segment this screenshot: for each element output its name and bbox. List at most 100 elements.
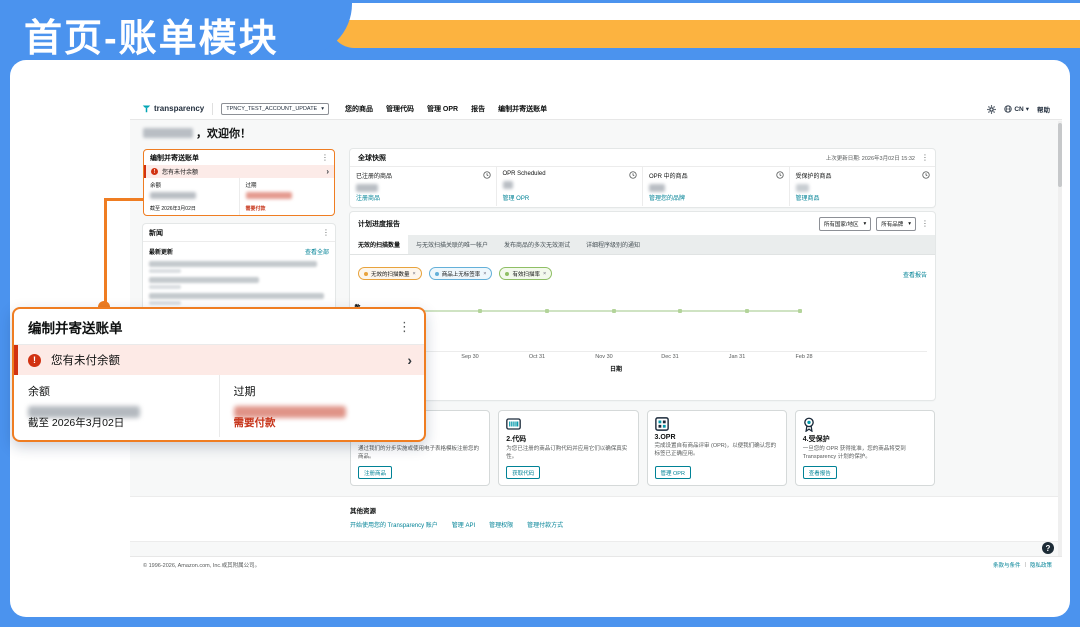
- stat-link[interactable]: 管理 OPR: [503, 193, 530, 202]
- nav-item-products[interactable]: 您的商品: [345, 104, 373, 114]
- settings-gear-icon[interactable]: [987, 105, 996, 114]
- tab-program-notifications[interactable]: 详细程序级别的通知: [578, 235, 648, 254]
- tab-unique-accounts[interactable]: 与无效扫描关联的唯一帐户: [408, 235, 496, 254]
- stat-label: OPR Scheduled: [503, 171, 637, 177]
- kebab-menu-icon[interactable]: ⋮: [321, 154, 329, 162]
- page: 首页-账单模块 transparency TPNCY_TEST_ACCOUNT_…: [0, 0, 1080, 627]
- pill-label: 商品上无标签率: [442, 270, 481, 278]
- pill-dot-icon: [364, 272, 368, 276]
- transparency-logo[interactable]: transparency: [142, 104, 204, 113]
- remove-icon[interactable]: ×: [413, 271, 416, 277]
- pill-no-label-rate[interactable]: 商品上无标签率×: [429, 267, 493, 280]
- x-tick-label: Nov 30: [595, 354, 612, 360]
- tab-multiple-invalid-tests[interactable]: 发布商品的多次无效测试: [496, 235, 578, 254]
- news-item[interactable]: [143, 274, 335, 290]
- unpaid-balance-alert[interactable]: ! 您有未付余额 ›: [144, 165, 334, 178]
- brand-filter-select[interactable]: 所有品牌 ▾: [876, 217, 916, 231]
- resource-link-manage-permissions[interactable]: 管理权限: [489, 520, 513, 529]
- chart-x-axis: Sep 30 Oct 31 Nov 30 Dec 31 Jan 31 Feb 2…: [364, 354, 927, 362]
- x-tick-label: Feb 28: [795, 354, 812, 360]
- step-description: 为您已注册的商品订购代码并应用它们以确保真实性。: [506, 446, 630, 462]
- news-subheader: 最新更新 查看全部: [143, 242, 335, 258]
- step-description: 通过我们的分步实施或使用电子表格模板注册您的商品。: [358, 446, 482, 462]
- resource-link-manage-payment[interactable]: 管理付款方式: [527, 520, 563, 529]
- alert-text: 您有未付余额: [162, 167, 322, 176]
- stat-label: 已注册的商品: [356, 171, 490, 180]
- other-resources-section: 其他资源 开始使用您的 Transparency 账户 管理 API 管理权限 …: [130, 496, 1062, 542]
- resource-link-get-started[interactable]: 开始使用您的 Transparency 账户: [350, 520, 438, 529]
- balance-column: 余额 截至 2026年3月02日: [144, 178, 239, 215]
- stat-value-redacted: [649, 184, 665, 192]
- register-products-button[interactable]: 注册商品: [358, 466, 392, 479]
- view-report-button[interactable]: 查看报告: [803, 466, 837, 479]
- footer-link-privacy[interactable]: 隐私政策: [1030, 561, 1052, 569]
- stat-link[interactable]: 管理您的品牌: [649, 193, 685, 202]
- kebab-menu-icon[interactable]: ⋮: [398, 319, 411, 335]
- news-view-all-link[interactable]: 查看全部: [305, 247, 329, 256]
- country-filter-select[interactable]: 所有国家/地区 ▾: [819, 217, 871, 231]
- account-selector[interactable]: TPNCY_TEST_ACCOUNT_UPDATE ▾: [221, 103, 329, 115]
- chart-point: [798, 309, 802, 313]
- step-title: 4.受保护: [803, 434, 927, 444]
- balance-label: 余额: [150, 181, 233, 189]
- locale-selector[interactable]: CN ▾: [1004, 105, 1029, 113]
- scrollbar[interactable]: [1058, 121, 1062, 556]
- get-codes-button[interactable]: 获取代码: [506, 466, 540, 479]
- pill-invalid-scan-count[interactable]: 无效的扫描数量×: [358, 267, 422, 280]
- snapshot-header: 全球快照 上次更新日期: 2026年3月02日 15:32 ⋮: [350, 149, 935, 167]
- chevron-right-icon: ›: [407, 352, 412, 368]
- balance-value-redacted: [150, 192, 196, 199]
- onboarding-steps: 1.注册 通过我们的分步实施或使用电子表格模板注册您的商品。 注册商品 2.代码…: [350, 410, 935, 486]
- kebab-menu-icon[interactable]: ⋮: [921, 154, 929, 162]
- news-item-title-redacted: [149, 293, 324, 299]
- stat-link[interactable]: 管理商品: [796, 193, 820, 202]
- overdue-value-redacted: [246, 192, 292, 199]
- ribbon-white: [318, 3, 1080, 20]
- clock-icon: [629, 171, 637, 179]
- help-link[interactable]: 帮助: [1037, 104, 1050, 114]
- chart-line: [382, 310, 802, 312]
- step-description: 一旦您的 OPR 获得批准，您的商品将受到 Transparency 计划的保护…: [803, 446, 927, 462]
- nav-item-billing[interactable]: 编制并寄送账单: [498, 104, 547, 114]
- nav-item-manage-opr[interactable]: 管理 OPR: [427, 104, 458, 114]
- news-item[interactable]: [143, 290, 335, 306]
- snapshot-stats: 已注册的商品 注册商品 OPR Scheduled 管理 OPR OPR 中的商…: [350, 167, 935, 206]
- remove-icon[interactable]: ×: [483, 271, 486, 277]
- chart-point: [745, 309, 749, 313]
- kebab-menu-icon[interactable]: ⋮: [322, 229, 330, 237]
- tab-invalid-scan-count[interactable]: 无效的扫描数量: [350, 235, 408, 254]
- transparency-logo-icon: [142, 104, 151, 113]
- scrollbar-thumb[interactable]: [1058, 123, 1062, 187]
- x-tick-label: Oct 31: [529, 354, 545, 360]
- top-nav: transparency TPNCY_TEST_ACCOUNT_UPDATE ▾…: [130, 98, 1062, 120]
- news-item[interactable]: [143, 258, 335, 274]
- alert-exclamation-icon: !: [151, 168, 158, 175]
- nav-item-reports[interactable]: 报告: [471, 104, 485, 114]
- callout-overdue-column: 过期 需要付款: [219, 375, 425, 437]
- stat-link[interactable]: 注册商品: [356, 193, 380, 202]
- chart-point: [478, 309, 482, 313]
- stat-opr-scheduled: OPR Scheduled 管理 OPR: [496, 167, 643, 206]
- callout-unpaid-alert[interactable]: ! 您有未付余额 ›: [14, 345, 424, 375]
- footer-copyright: © 1996-2026, Amazon.com, Inc.或其附属公司。: [143, 561, 260, 569]
- page-title: 首页-账单模块: [24, 7, 279, 62]
- callout-title: 编制并寄送账单: [28, 317, 123, 337]
- nav-right: CN ▾ 帮助: [987, 98, 1050, 120]
- snapshot-last-updated: 上次更新日期: 2026年3月02日 15:32: [826, 154, 915, 162]
- stat-value-redacted: [503, 181, 513, 189]
- remove-icon[interactable]: ×: [543, 271, 546, 277]
- manage-opr-button[interactable]: 管理 OPR: [655, 466, 691, 479]
- footer-link-terms[interactable]: 条款与条件: [993, 561, 1021, 569]
- pill-valid-scan-rate[interactable]: 有效扫描率×: [499, 267, 552, 280]
- help-bubble-button[interactable]: ?: [1042, 542, 1054, 554]
- news-item-date-redacted: [149, 269, 181, 273]
- country-filter-value: 所有国家/地区: [824, 220, 859, 228]
- nav-item-manage-codes[interactable]: 管理代码: [386, 104, 414, 114]
- view-report-link[interactable]: 查看报告: [903, 270, 927, 279]
- news-item-date-redacted: [149, 301, 181, 305]
- resources-title: 其他资源: [350, 505, 1062, 515]
- kebab-menu-icon[interactable]: ⋮: [921, 220, 929, 228]
- resource-link-manage-api[interactable]: 管理 API: [452, 520, 475, 529]
- step-card-codes: 2.代码 为您已注册的商品订购代码并应用它们以确保真实性。 获取代码: [498, 410, 638, 486]
- chart-area: [364, 284, 927, 352]
